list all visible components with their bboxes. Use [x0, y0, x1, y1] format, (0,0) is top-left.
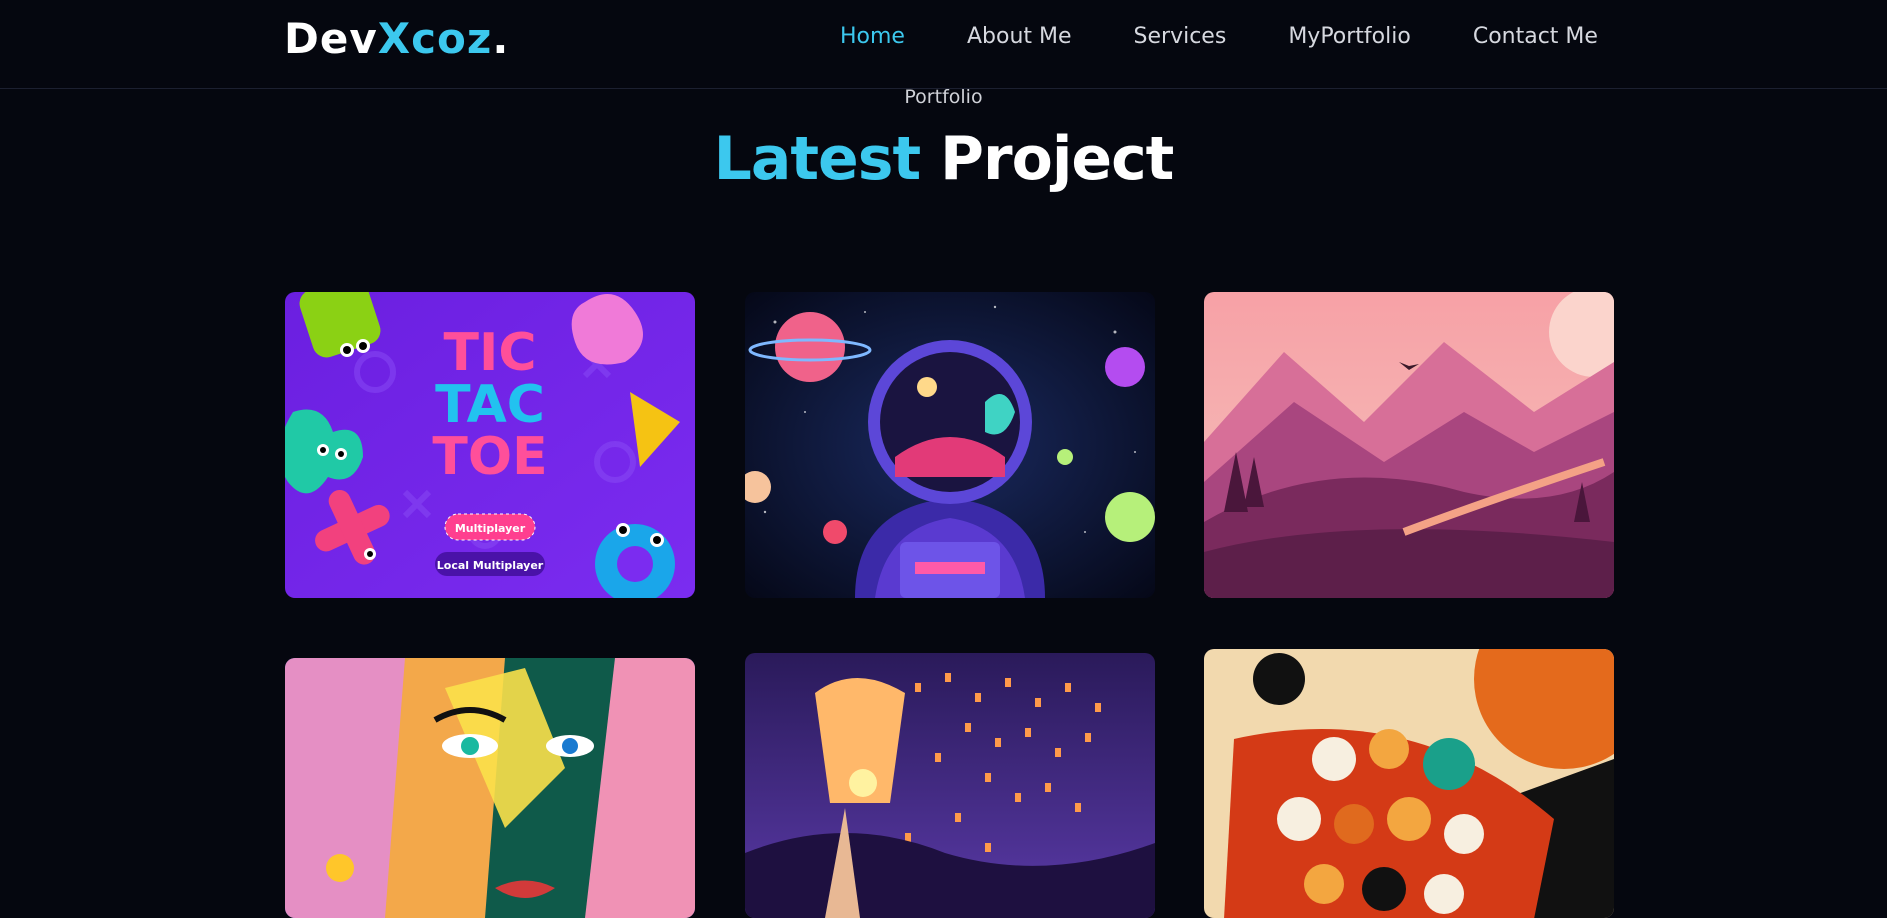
nav-services[interactable]: Services [1134, 24, 1227, 49]
badge-multiplayer: Multiplayer [455, 522, 526, 535]
project-card-faces-collage[interactable] [1204, 649, 1614, 918]
tic-tac-toe-image: TIC TAC TOE Multiplayer Local Multiplaye… [285, 292, 695, 598]
faces-collage-image [1204, 649, 1614, 918]
top-navbar: DevXcoz. Home About Me Services MyPortfo… [0, 0, 1887, 89]
mountain-valley-image [1204, 292, 1614, 598]
nav-home[interactable]: Home [840, 24, 905, 49]
logo-main: Dev [284, 14, 378, 63]
nav-contact-me[interactable]: Contact Me [1473, 24, 1598, 49]
ttt-line-2: TAC [435, 375, 545, 435]
project-card-astronaut[interactable] [745, 292, 1155, 598]
abstract-face-image [285, 658, 695, 918]
astronaut-image [745, 292, 1155, 598]
nav-menu: Home About Me Services MyPortfolio Conta… [840, 24, 1660, 49]
ttt-line-3: TOE [432, 427, 547, 487]
nav-about-me[interactable]: About Me [967, 24, 1072, 49]
section-title-rest: Project [920, 124, 1174, 194]
badge-local-multiplayer: Local Multiplayer [437, 559, 544, 572]
project-card-tic-tac-toe[interactable]: TIC TAC TOE Multiplayer Local Multiplaye… [285, 292, 695, 598]
logo-accent: Xcoz [377, 14, 493, 63]
nav-myportfolio[interactable]: MyPortfolio [1288, 24, 1411, 49]
project-card-mountain-valley[interactable] [1204, 292, 1614, 598]
section-title-accent: Latest [713, 124, 921, 194]
sky-lanterns-image [745, 653, 1155, 918]
section-eyebrow: Portfolio [904, 86, 983, 108]
section-title: Latest Project [0, 124, 1887, 194]
project-card-abstract-face[interactable] [285, 658, 695, 918]
logo-dot: . [492, 14, 510, 63]
ttt-line-1: TIC [444, 323, 537, 383]
project-card-sky-lanterns[interactable] [745, 653, 1155, 918]
logo[interactable]: DevXcoz. [284, 14, 509, 63]
